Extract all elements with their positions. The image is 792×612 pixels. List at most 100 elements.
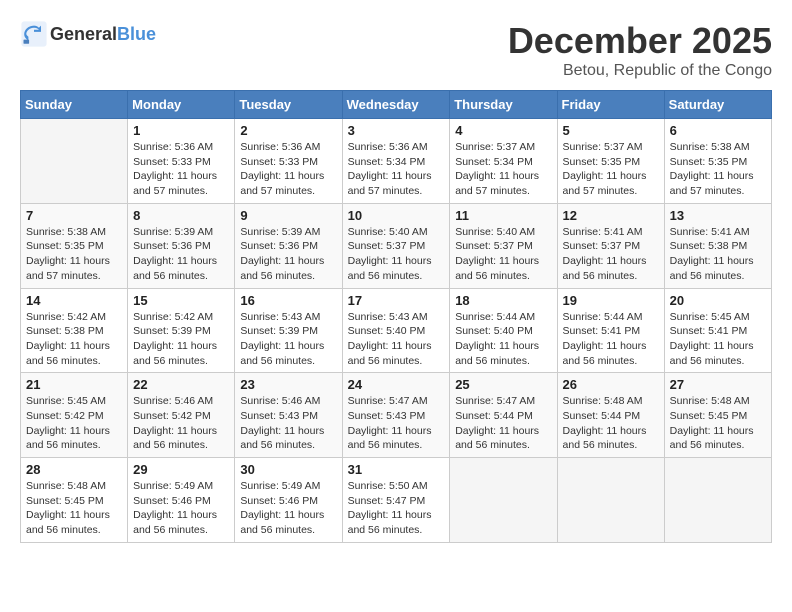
day-number: 27 (670, 377, 766, 392)
calendar-cell: 10 Sunrise: 5:40 AM Sunset: 5:37 PM Dayli… (342, 203, 450, 288)
day-number: 25 (455, 377, 551, 392)
day-info: Sunrise: 5:37 AM Sunset: 5:34 PM Dayligh… (455, 140, 551, 199)
calendar-day-header: Monday (128, 91, 235, 119)
calendar-cell: 5 Sunrise: 5:37 AM Sunset: 5:35 PM Daylig… (557, 119, 664, 204)
calendar-cell: 9Sunrise: 5:39 AM Sunset: 5:36 PM Daylig… (235, 203, 342, 288)
calendar-cell: 18Sunrise: 5:44 AM Sunset: 5:40 PM Dayli… (450, 288, 557, 373)
calendar-cell (21, 119, 128, 204)
day-number: 22 (133, 377, 229, 392)
day-info: Sunrise: 5:41 AM Sunset: 5:38 PM Dayligh… (670, 225, 766, 284)
day-info: Sunrise: 5:44 AM Sunset: 5:40 PM Dayligh… (455, 310, 551, 369)
day-number: 6 (670, 123, 766, 138)
calendar-week-row: 1 Sunrise: 5:36 AM Sunset: 5:33 PM Daylig… (21, 119, 772, 204)
calendar-week-row: 7Sunrise: 5:38 AM Sunset: 5:35 PM Daylig… (21, 203, 772, 288)
calendar: SundayMondayTuesdayWednesdayThursdayFrid… (20, 90, 772, 543)
day-number: 1 (133, 123, 229, 138)
calendar-week-row: 14 Sunrise: 5:42 AM Sunset: 5:38 PM Dayli… (21, 288, 772, 373)
calendar-cell: 2 Sunrise: 5:36 AM Sunset: 5:33 PM Daylig… (235, 119, 342, 204)
day-number: 29 (133, 462, 229, 477)
calendar-cell: 31 Sunrise: 5:50 AM Sunset: 5:47 PM Dayli… (342, 458, 450, 543)
location-title: Betou, Republic of the Congo (508, 62, 772, 80)
day-number: 12 (563, 208, 659, 223)
calendar-body: 1 Sunrise: 5:36 AM Sunset: 5:33 PM Daylig… (21, 119, 772, 543)
day-info: Sunrise: 5:47 AM Sunset: 5:44 PM Dayligh… (455, 394, 551, 453)
calendar-day-header: Saturday (664, 91, 771, 119)
calendar-cell: 29 Sunrise: 5:49 AM Sunset: 5:46 PM Dayli… (128, 458, 235, 543)
day-number: 8 (133, 208, 229, 223)
day-number: 11 (455, 208, 551, 223)
day-info: Sunrise: 5:46 AM Sunset: 5:42 PM Dayligh… (133, 394, 229, 453)
calendar-cell: 14 Sunrise: 5:42 AM Sunset: 5:38 PM Dayli… (21, 288, 128, 373)
header: GeneralBlue December 2025 Betou, Republi… (20, 20, 772, 80)
calendar-cell: 16Sunrise: 5:43 AM Sunset: 5:39 PM Dayli… (235, 288, 342, 373)
day-info: Sunrise: 5:36 AM Sunset: 5:33 PM Dayligh… (133, 140, 229, 199)
day-info: Sunrise: 5:40 AM Sunset: 5:37 PM Dayligh… (348, 225, 445, 284)
day-number: 15 (133, 293, 229, 308)
calendar-cell: 8 Sunrise: 5:39 AM Sunset: 5:36 PM Daylig… (128, 203, 235, 288)
logo-blue: Blue (117, 24, 156, 44)
day-number: 21 (26, 377, 122, 392)
day-info: Sunrise: 5:44 AM Sunset: 5:41 PM Dayligh… (563, 310, 659, 369)
day-number: 9 (240, 208, 336, 223)
calendar-cell: 21 Sunrise: 5:45 AM Sunset: 5:42 PM Dayli… (21, 373, 128, 458)
calendar-day-header: Tuesday (235, 91, 342, 119)
calendar-day-header: Thursday (450, 91, 557, 119)
day-info: Sunrise: 5:46 AM Sunset: 5:43 PM Dayligh… (240, 394, 336, 453)
day-number: 7 (26, 208, 122, 223)
calendar-cell (557, 458, 664, 543)
day-number: 16 (240, 293, 336, 308)
day-number: 2 (240, 123, 336, 138)
calendar-day-header: Sunday (21, 91, 128, 119)
day-number: 30 (240, 462, 336, 477)
calendar-week-row: 28 Sunrise: 5:48 AM Sunset: 5:45 PM Dayli… (21, 458, 772, 543)
day-info: Sunrise: 5:43 AM Sunset: 5:40 PM Dayligh… (348, 310, 445, 369)
day-info: Sunrise: 5:36 AM Sunset: 5:33 PM Dayligh… (240, 140, 336, 199)
day-info: Sunrise: 5:45 AM Sunset: 5:42 PM Dayligh… (26, 394, 122, 453)
day-info: Sunrise: 5:39 AM Sunset: 5:36 PM Dayligh… (133, 225, 229, 284)
calendar-cell: 24 Sunrise: 5:47 AM Sunset: 5:43 PM Dayli… (342, 373, 450, 458)
calendar-cell: 3 Sunrise: 5:36 AM Sunset: 5:34 PM Daylig… (342, 119, 450, 204)
day-number: 14 (26, 293, 122, 308)
day-info: Sunrise: 5:45 AM Sunset: 5:41 PM Dayligh… (670, 310, 766, 369)
calendar-cell: 13 Sunrise: 5:41 AM Sunset: 5:38 PM Dayli… (664, 203, 771, 288)
calendar-cell: 7Sunrise: 5:38 AM Sunset: 5:35 PM Daylig… (21, 203, 128, 288)
day-info: Sunrise: 5:48 AM Sunset: 5:44 PM Dayligh… (563, 394, 659, 453)
calendar-cell: 1 Sunrise: 5:36 AM Sunset: 5:33 PM Daylig… (128, 119, 235, 204)
calendar-day-header: Friday (557, 91, 664, 119)
day-number: 20 (670, 293, 766, 308)
day-info: Sunrise: 5:47 AM Sunset: 5:43 PM Dayligh… (348, 394, 445, 453)
calendar-cell: 6Sunrise: 5:38 AM Sunset: 5:35 PM Daylig… (664, 119, 771, 204)
title-area: December 2025 Betou, Republic of the Con… (508, 20, 772, 80)
calendar-cell: 28 Sunrise: 5:48 AM Sunset: 5:45 PM Dayli… (21, 458, 128, 543)
day-number: 26 (563, 377, 659, 392)
calendar-cell: 12 Sunrise: 5:41 AM Sunset: 5:37 PM Dayli… (557, 203, 664, 288)
day-number: 24 (348, 377, 445, 392)
day-info: Sunrise: 5:50 AM Sunset: 5:47 PM Dayligh… (348, 479, 445, 538)
day-number: 10 (348, 208, 445, 223)
day-number: 28 (26, 462, 122, 477)
calendar-cell: 22 Sunrise: 5:46 AM Sunset: 5:42 PM Dayli… (128, 373, 235, 458)
logo-general: General (50, 24, 117, 44)
calendar-cell: 15 Sunrise: 5:42 AM Sunset: 5:39 PM Dayli… (128, 288, 235, 373)
day-info: Sunrise: 5:42 AM Sunset: 5:39 PM Dayligh… (133, 310, 229, 369)
day-number: 5 (563, 123, 659, 138)
day-info: Sunrise: 5:36 AM Sunset: 5:34 PM Dayligh… (348, 140, 445, 199)
day-info: Sunrise: 5:48 AM Sunset: 5:45 PM Dayligh… (26, 479, 122, 538)
day-number: 3 (348, 123, 445, 138)
day-info: Sunrise: 5:49 AM Sunset: 5:46 PM Dayligh… (133, 479, 229, 538)
day-number: 23 (240, 377, 336, 392)
day-number: 4 (455, 123, 551, 138)
day-info: Sunrise: 5:41 AM Sunset: 5:37 PM Dayligh… (563, 225, 659, 284)
logo: GeneralBlue (20, 20, 156, 48)
day-info: Sunrise: 5:42 AM Sunset: 5:38 PM Dayligh… (26, 310, 122, 369)
calendar-cell: 25 Sunrise: 5:47 AM Sunset: 5:44 PM Dayli… (450, 373, 557, 458)
day-number: 13 (670, 208, 766, 223)
day-number: 31 (348, 462, 445, 477)
calendar-cell: 17 Sunrise: 5:43 AM Sunset: 5:40 PM Dayli… (342, 288, 450, 373)
calendar-cell: 11Sunrise: 5:40 AM Sunset: 5:37 PM Dayli… (450, 203, 557, 288)
calendar-cell: 4 Sunrise: 5:37 AM Sunset: 5:34 PM Daylig… (450, 119, 557, 204)
day-info: Sunrise: 5:37 AM Sunset: 5:35 PM Dayligh… (563, 140, 659, 199)
day-number: 17 (348, 293, 445, 308)
general-blue-icon (20, 20, 48, 48)
calendar-day-header: Wednesday (342, 91, 450, 119)
